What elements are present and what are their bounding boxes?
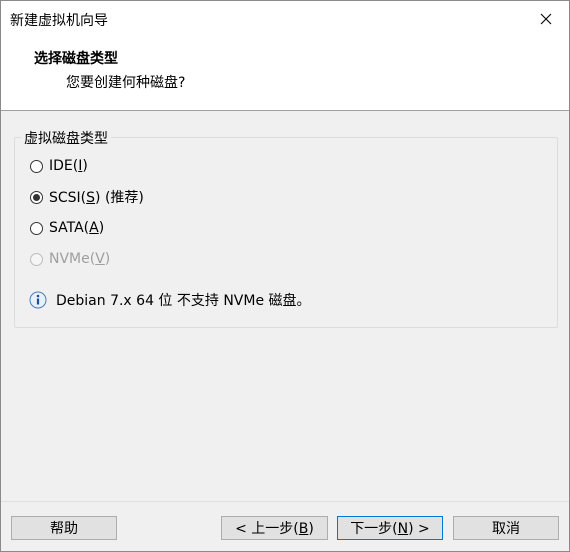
close-icon <box>540 13 552 25</box>
info-icon <box>29 291 47 309</box>
help-button-label: 帮助 <box>50 521 78 537</box>
next-button[interactable]: 下一步(N) > <box>337 516 443 540</box>
radio-button-disabled <box>30 252 43 266</box>
option-label: IDE(I) <box>49 158 88 174</box>
back-button-label: < 上一步(B) <box>235 521 314 537</box>
back-button[interactable]: < 上一步(B) <box>221 516 328 540</box>
cancel-button[interactable]: 取消 <box>453 516 559 540</box>
page-title: 选择磁盘类型 <box>34 51 118 67</box>
note-text: Debian 7.x 64 位 不支持 NVMe 磁盘。 <box>56 293 311 309</box>
radio-option-ide[interactable]: IDE(I) <box>30 155 88 177</box>
new-vm-wizard-window: 新建虚拟机向导 选择磁盘类型 您要创建何种磁盘? 虚拟磁盘类型 IDE(I) S… <box>0 0 570 552</box>
radio-option-sata[interactable]: SATA(A) <box>30 217 104 239</box>
radio-button[interactable] <box>30 159 43 173</box>
radio-option-scsi[interactable]: SCSI(S) (推荐) <box>30 186 144 208</box>
option-label: SATA(A) <box>49 220 105 236</box>
close-button[interactable] <box>523 1 569 37</box>
disk-type-group: 虚拟磁盘类型 IDE(I) SCSI(S) (推荐) SATA(A) NVMe(… <box>14 128 558 328</box>
page-subtitle: 您要创建何种磁盘? <box>66 75 186 91</box>
option-label: NVMe(V) <box>49 251 111 267</box>
cancel-button-label: 取消 <box>492 521 520 537</box>
radio-option-nvme: NVMe(V) <box>30 248 110 270</box>
help-button[interactable]: 帮助 <box>11 516 117 540</box>
group-legend: 虚拟磁盘类型 <box>21 128 111 148</box>
footer-divider <box>1 501 569 502</box>
radio-button-selected[interactable] <box>30 190 43 204</box>
compatibility-note: Debian 7.x 64 位 不支持 NVMe 磁盘。 <box>29 290 311 310</box>
window-title: 新建虚拟机向导 <box>10 13 108 29</box>
wizard-header: 选择磁盘类型 您要创建何种磁盘? <box>1 37 569 111</box>
option-label: SCSI(S) (推荐) <box>49 190 144 206</box>
title-bar: 新建虚拟机向导 <box>1 1 569 37</box>
next-button-label: 下一步(N) > <box>350 521 430 537</box>
radio-button[interactable] <box>30 221 43 235</box>
